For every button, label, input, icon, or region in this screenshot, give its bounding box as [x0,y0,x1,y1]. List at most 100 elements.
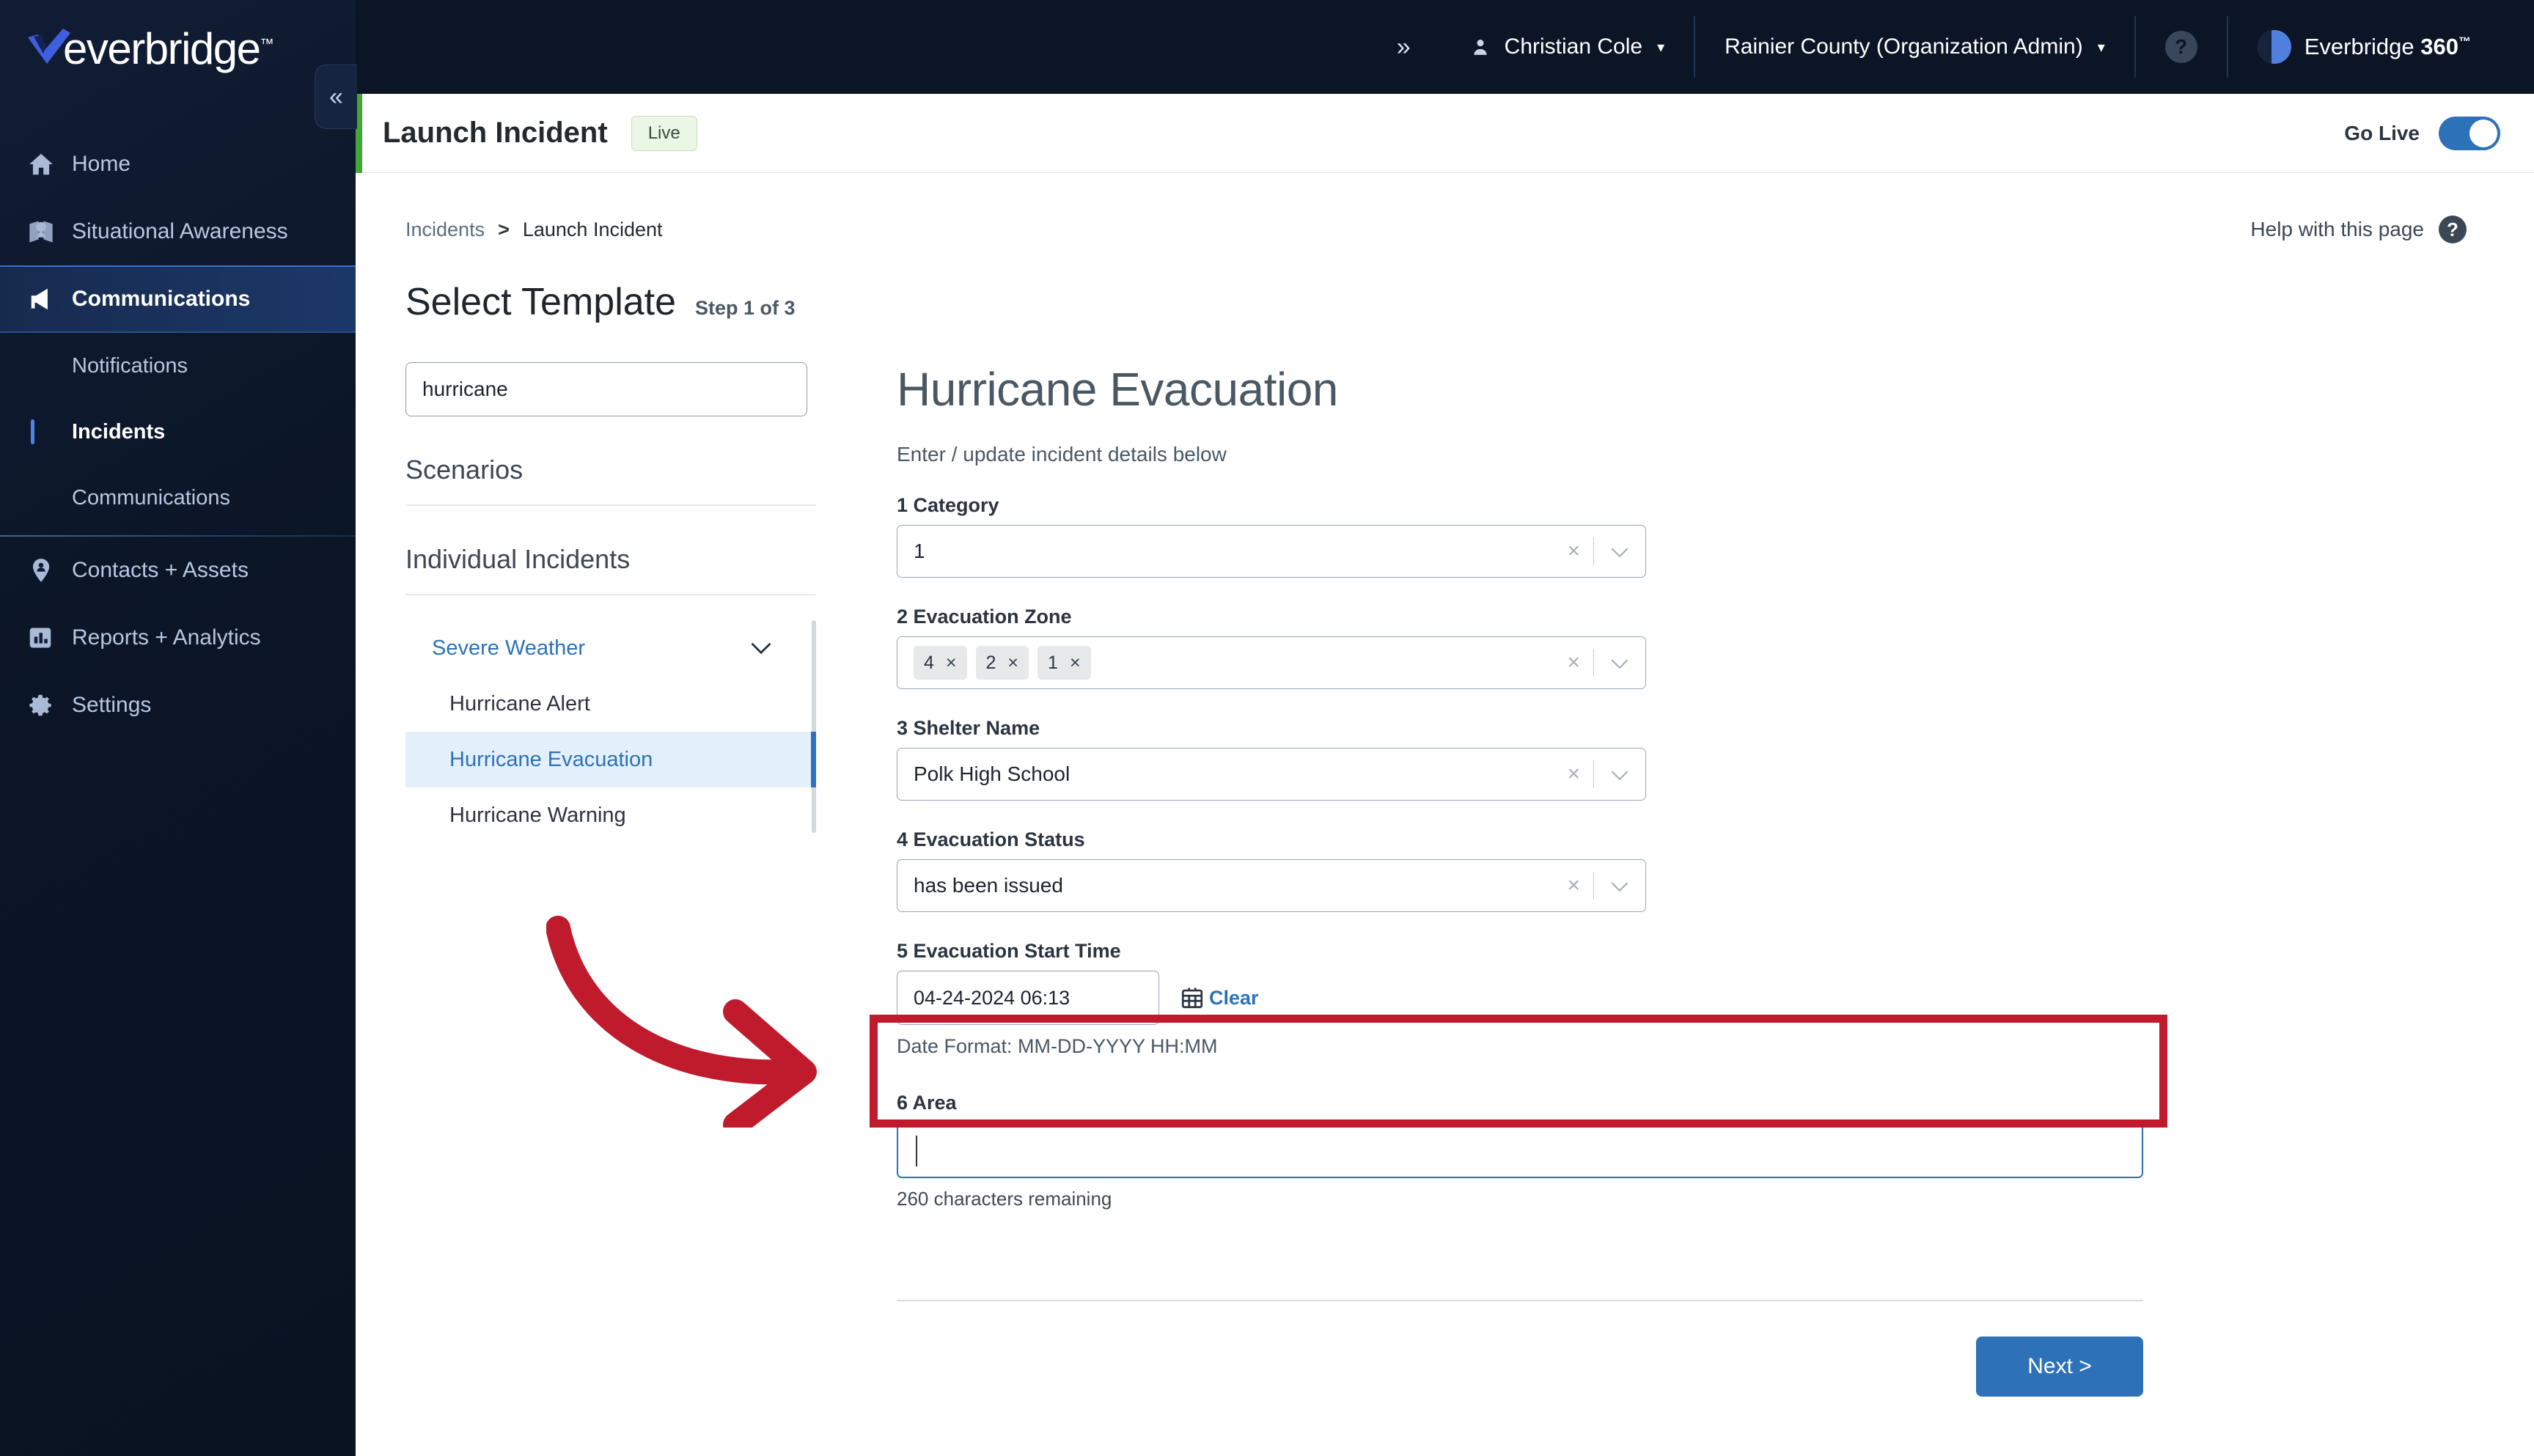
sidebar-subitem-incidents[interactable]: Incidents [0,399,356,465]
sidebar-item-contacts-assets-label: Contacts + Assets [72,558,249,582]
organization-menu[interactable]: Rainier County (Organization Admin) ▾ [1695,0,2134,94]
user-menu[interactable]: Christian Cole ▾ [1442,0,1694,94]
template-item-label: Hurricane Warning [449,803,626,827]
evacuation-zone-select[interactable]: 4 × 2 × 1 × × [897,636,1646,689]
sidebar: everbridge™ Home Situational Awareness C… [0,0,357,1456]
breadcrumb: Incidents > Launch Incident Help with th… [356,173,2500,243]
category-select[interactable]: 1 × [897,525,1646,578]
chip-remove-icon[interactable]: × [946,652,957,674]
user-name-label: Christian Cole [1504,34,1643,59]
chevron-down-icon[interactable] [1594,875,1645,897]
evacuation-start-time-input[interactable] [897,971,1159,1025]
header-help-button[interactable]: ? [2136,0,2227,94]
template-item-hurricane-warning[interactable]: Hurricane Warning [405,787,816,843]
sidebar-item-communications[interactable]: Communications [0,265,356,333]
sidebar-item-situational-awareness-label: Situational Awareness [72,219,288,243]
calendar-icon[interactable] [1180,985,1205,1011]
sidebar-collapse-button[interactable]: « [315,65,357,129]
brand-logo-text: everbridge™ [63,24,274,73]
template-item-hurricane-alert[interactable]: Hurricane Alert [405,676,816,732]
shelter-name-select[interactable]: Polk High School × [897,748,1646,801]
chip-remove-icon[interactable]: × [1070,652,1081,674]
form-actions: Next > [897,1336,2143,1397]
field-shelter-name-label: 3 Shelter Name [897,717,1040,739]
gear-icon [26,691,65,719]
sidebar-item-contacts-assets[interactable]: Contacts + Assets [0,537,356,604]
breadcrumb-separator: > [498,218,510,240]
scenarios-heading: Scenarios [405,455,524,485]
area-input[interactable] [897,1122,2143,1178]
breadcrumb-parent-link[interactable]: Incidents [405,218,485,241]
status-badge: Live [631,115,697,151]
help-with-this-page-label: Help with this page [2250,218,2424,240]
template-group-severe-weather[interactable]: Severe Weather [405,620,816,676]
sidebar-subitem-notifications-label: Notifications [72,353,188,378]
template-item-label: Hurricane Evacuation [449,747,653,771]
chip-zone[interactable]: 4 × [914,646,967,680]
breadcrumb-current: Launch Incident [522,218,663,240]
location-person-icon [26,556,65,584]
field-area: 6 Area 260 characters remaining [897,1092,2143,1210]
top-header-bar: » Christian Cole ▾ Rainier County (Organ… [356,0,2534,94]
sidebar-item-settings-label: Settings [72,693,152,717]
everbridge-360-badge[interactable]: Everbridge 360™ [2228,0,2500,94]
template-search-input[interactable] [405,362,807,416]
brand-logo[interactable]: everbridge™ [0,0,356,94]
sidebar-subitem-communications[interactable]: Communications [0,465,356,531]
field-shelter-name: 3 Shelter Name Polk High School × [897,717,2087,801]
user-avatar-icon [1471,34,1490,59]
bar-chart-icon [26,625,65,651]
chevron-down-icon[interactable] [1594,763,1645,786]
everbridge-360-icon [2257,30,2291,64]
help-circle-icon: ? [2439,216,2467,243]
field-area-label: 6 Area [897,1092,957,1114]
help-with-this-page-link[interactable]: Help with this page ? [2250,216,2500,243]
page-header: Launch Incident Live Go Live [356,93,2534,173]
chevron-double-right-icon[interactable]: » [1397,33,1411,62]
field-evacuation-start-time-label: 5 Evacuation Start Time [897,940,1121,962]
sidebar-item-settings[interactable]: Settings [0,672,356,739]
text-cursor [916,1136,917,1166]
sidebar-item-home-label: Home [72,152,131,176]
chip-label: 4 [924,652,934,673]
section-title: Select Template [405,281,677,323]
home-icon [26,150,65,178]
sidebar-subitem-notifications[interactable]: Notifications [0,333,356,399]
form-title: Hurricane Evacuation [897,363,1338,416]
clear-icon[interactable]: × [1554,873,1593,898]
chevron-down-icon[interactable] [1594,540,1645,563]
help-icon: ? [2164,31,2197,63]
next-button[interactable]: Next > [1976,1336,2143,1397]
page-content: Incidents > Launch Incident Help with th… [356,173,2534,1456]
datetime-row: Clear [897,971,2087,1025]
go-live-control: Go Live [2344,116,2534,150]
go-live-label: Go Live [2344,121,2420,144]
clear-icon[interactable]: × [1554,539,1593,564]
form-divider [897,1300,2143,1301]
sidebar-item-home[interactable]: Home [0,130,356,198]
chevron-down-icon: ▾ [2097,39,2105,56]
clear-icon[interactable]: × [1554,650,1593,675]
chip-zone[interactable]: 2 × [975,646,1029,680]
sidebar-item-reports-analytics[interactable]: Reports + Analytics [0,604,356,672]
section-header: Select Template Step 1 of 3 [356,243,2500,324]
field-evacuation-start-time: 5 Evacuation Start Time Clear D [897,940,2087,1058]
sidebar-subitem-communications-label: Communications [72,485,230,510]
template-item-hurricane-evacuation[interactable]: Hurricane Evacuation [405,732,816,787]
area-characters-remaining: 260 characters remaining [897,1188,1112,1210]
chevron-down-icon[interactable] [1594,652,1645,674]
evacuation-status-select[interactable]: has been issued × [897,859,1646,912]
chip-remove-icon[interactable]: × [1007,652,1018,674]
divider [405,594,816,595]
content-body: Scenarios Individual Incidents Severe We… [356,324,2500,1397]
chip-zone[interactable]: 1 × [1038,646,1091,680]
form-subtitle: Enter / update incident details below [897,443,1227,466]
page-title: Launch Incident [383,117,608,149]
clear-icon[interactable]: × [1554,762,1593,787]
app-root: everbridge™ Home Situational Awareness C… [0,0,2534,1456]
sidebar-item-situational-awareness[interactable]: Situational Awareness [0,198,356,265]
step-indicator: Step 1 of 3 [695,297,796,319]
go-live-toggle[interactable] [2439,116,2500,150]
clear-datetime-link[interactable]: Clear [1209,987,1259,1010]
chip-label: 1 [1048,652,1058,673]
